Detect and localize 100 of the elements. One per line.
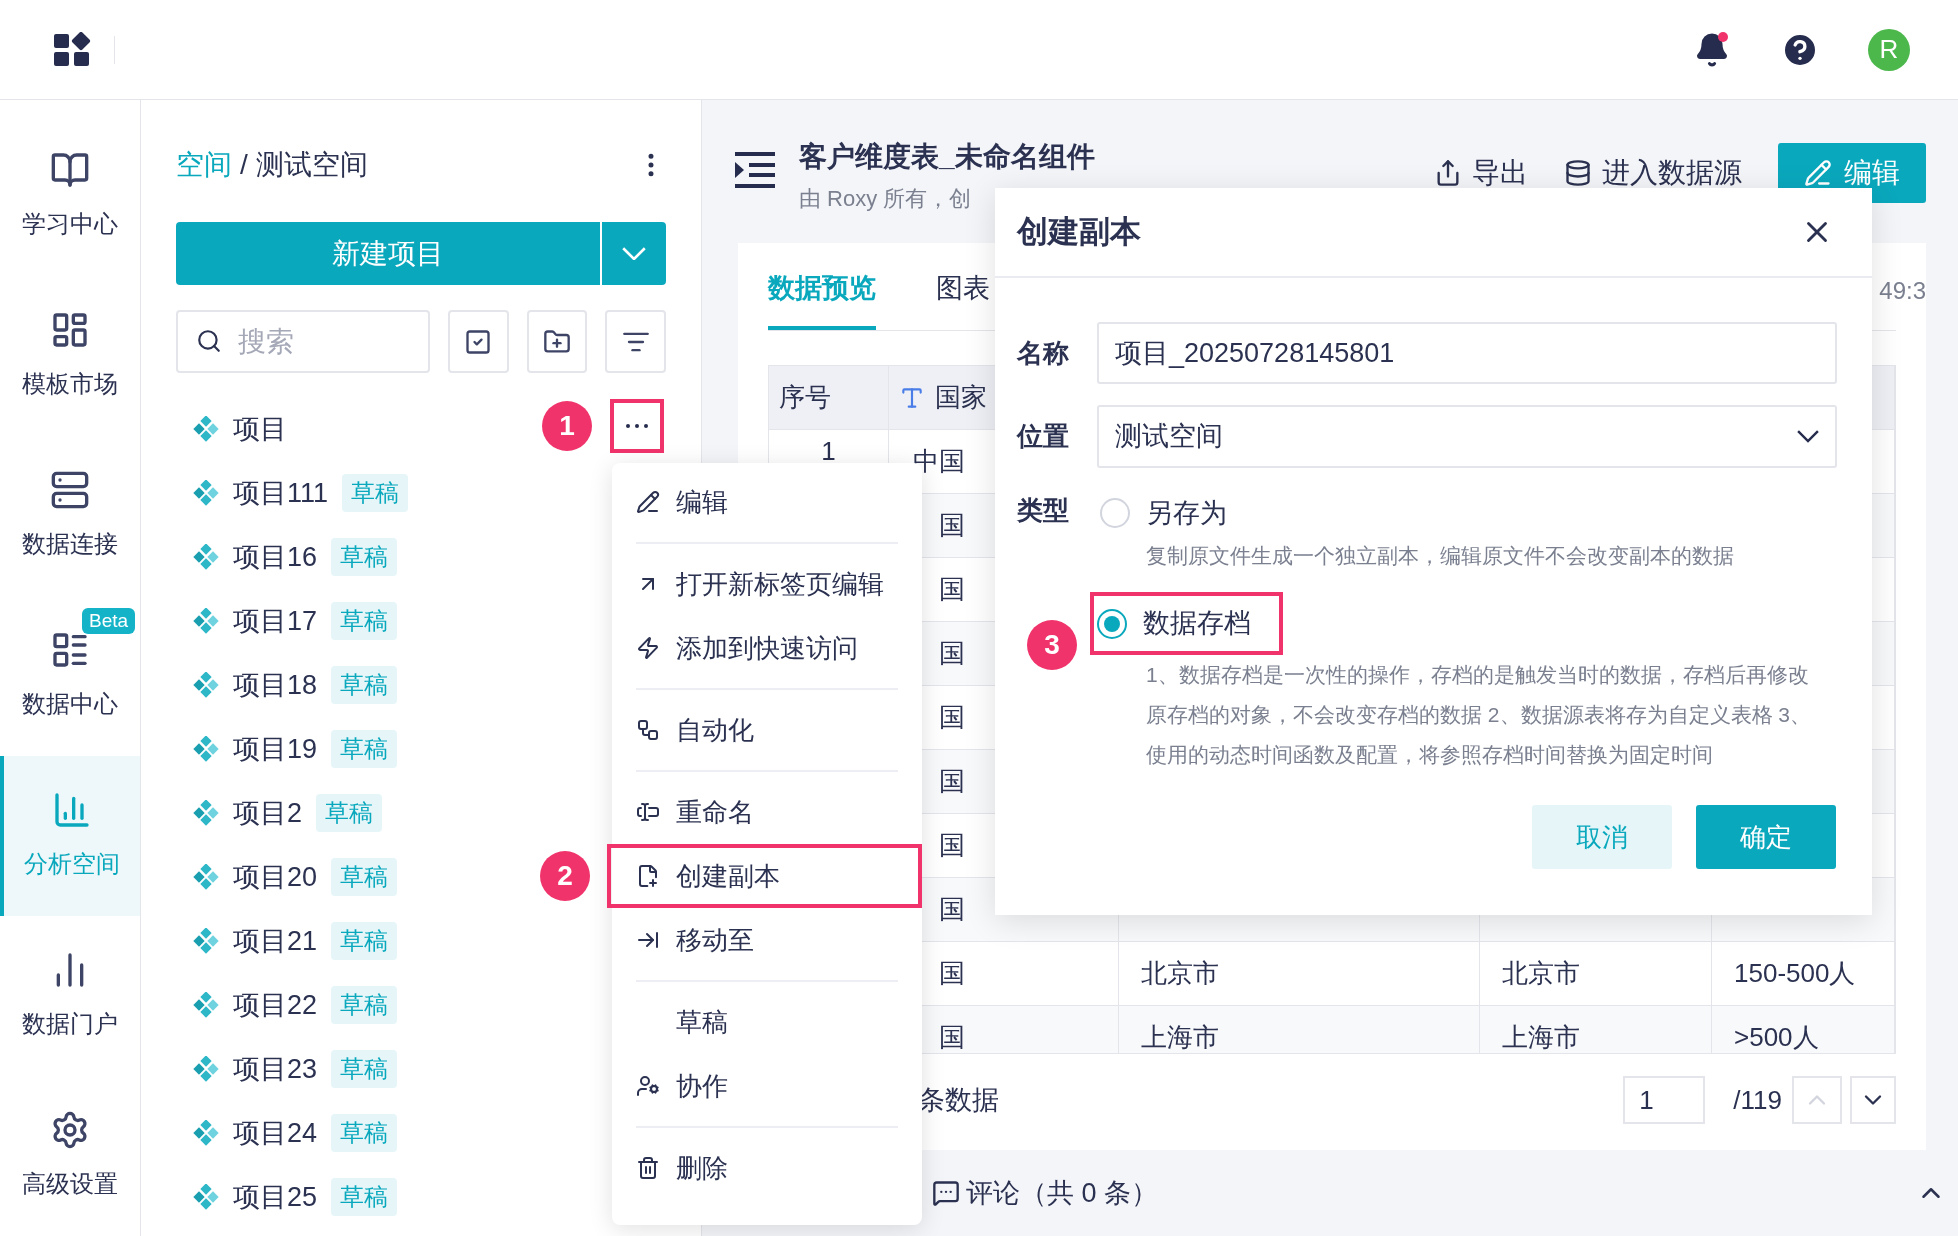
pencil-icon <box>1804 159 1832 187</box>
file-plus-icon <box>636 864 660 888</box>
table-cell-text: 国 <box>939 573 965 606</box>
project-name[interactable]: 项目18 <box>233 664 318 706</box>
radio-label[interactable]: 另存为 <box>1146 492 1227 534</box>
project-name[interactable]: 项目19 <box>233 728 318 770</box>
table-cell-text: 上海市 <box>1502 1021 1580 1053</box>
radio-button[interactable] <box>1097 608 1127 639</box>
project-icon <box>193 608 219 634</box>
chevron-icon <box>1797 430 1819 443</box>
draft-tag: 草稿 <box>331 1178 398 1216</box>
menu-item[interactable]: 移动至 <box>612 908 922 972</box>
draft-tag: 草稿 <box>331 858 398 896</box>
draft-tag: 草稿 <box>331 1050 398 1088</box>
table-cell-text: 上海市 <box>1141 1021 1219 1053</box>
folder-plus-icon <box>543 327 571 356</box>
menu-item[interactable]: 协作 <box>612 1054 922 1118</box>
nav-item[interactable]: 数据门户 <box>0 916 140 1076</box>
project-name[interactable]: 项目21 <box>233 920 318 962</box>
menu-item[interactable]: 打开新标签页编辑 <box>612 552 922 616</box>
table-cell-text: 国 <box>939 893 965 926</box>
menu-item[interactable]: 删除 <box>612 1136 922 1200</box>
table-cell-text: >500人 <box>1734 1021 1819 1053</box>
comment-icon <box>932 1179 960 1207</box>
column-header: 序号 <box>779 381 831 414</box>
breadcrumb-separator: / <box>240 148 248 182</box>
beta-badge: Beta <box>82 608 136 634</box>
user-gear-icon <box>636 1074 660 1098</box>
table-cell-text: 1 <box>821 435 836 468</box>
header-action[interactable]: 进入数据源 <box>1564 143 1742 203</box>
table-cell-text: 国 <box>939 1021 965 1053</box>
outline-toggle-icon[interactable] <box>735 152 775 188</box>
notification-bell-icon[interactable] <box>1694 31 1730 68</box>
field-label: 名称 <box>1017 336 1070 370</box>
next-page-button[interactable] <box>1850 1076 1896 1124</box>
menu-item[interactable]: 自动化 <box>612 698 922 762</box>
tab[interactable]: 图表 <box>936 267 990 330</box>
project-name[interactable]: 项目111 <box>233 472 329 514</box>
nav-item[interactable]: 数据连接 <box>0 436 140 596</box>
list-icon <box>50 630 90 670</box>
nav-item[interactable]: 模板市场 <box>0 276 140 436</box>
project-name[interactable]: 项目16 <box>233 536 318 578</box>
draft-tag: 草稿 <box>331 666 398 704</box>
trash-icon <box>636 1156 660 1180</box>
table-cell-text: 国 <box>939 637 965 670</box>
header-action[interactable]: 导出 <box>1434 143 1528 203</box>
project-name[interactable]: 项目20 <box>233 856 318 898</box>
rename-icon <box>636 800 660 824</box>
project-name[interactable]: 项目17 <box>233 600 318 642</box>
nav-item[interactable]: Beta 数据中心 <box>0 596 140 756</box>
project-icon <box>193 864 219 890</box>
comments-text[interactable]: 评论（共 0 条） <box>966 1172 1159 1214</box>
column-header: 国家 <box>935 381 987 414</box>
draft-tag: 草稿 <box>331 922 398 960</box>
project-name[interactable]: 项目25 <box>233 1176 318 1218</box>
project-name[interactable]: 项目23 <box>233 1048 318 1090</box>
dashboard-icon <box>50 310 90 350</box>
project-name[interactable]: 项目22 <box>233 984 318 1026</box>
menu-item[interactable]: 草稿 <box>612 990 922 1054</box>
menu-item[interactable]: 重命名 <box>612 780 922 844</box>
table-cell-text: 国 <box>939 957 965 990</box>
table-cell-text: 国 <box>939 829 965 862</box>
app-grid-logo[interactable] <box>54 31 92 68</box>
gear-icon <box>50 1110 90 1150</box>
project-icon <box>193 1056 219 1082</box>
table-cell-text: 北京市 <box>1502 957 1580 990</box>
project-icon <box>193 736 219 762</box>
database-icon <box>1564 159 1592 187</box>
name-field[interactable]: 项目_20250728145801 <box>1097 322 1837 384</box>
table-cell-text: 国 <box>939 701 965 734</box>
menu-item[interactable]: 创建副本 <box>607 844 922 908</box>
draft-tag: 草稿 <box>331 730 398 768</box>
project-icon <box>193 1184 219 1210</box>
workflow-icon <box>636 718 660 742</box>
project-icon <box>193 544 219 570</box>
menu-item[interactable]: 添加到快速访问 <box>612 616 922 680</box>
toolbar-button[interactable] <box>448 310 509 373</box>
more-button[interactable] <box>610 399 664 453</box>
step-badge: 2 <box>540 851 590 901</box>
toolbar-button[interactable] <box>526 310 588 373</box>
project-name[interactable]: 项目24 <box>233 1112 318 1154</box>
nav-item[interactable]: 高级设置 <box>0 1076 140 1236</box>
table-cell-text: 国 <box>939 765 965 798</box>
radio-button[interactable] <box>1100 498 1130 528</box>
project-name[interactable]: 项目2 <box>233 792 303 834</box>
draft-tag: 草稿 <box>342 474 409 512</box>
project-icon <box>193 992 219 1018</box>
location-select[interactable]: 测试空间 <box>1097 405 1837 468</box>
time-text: 49:3 <box>1879 276 1926 306</box>
option-description: 复制原文件生成一个独立副本，编辑原文件不会改变副本的数据 <box>1145 543 1735 569</box>
project-name[interactable]: 项目 <box>233 408 287 450</box>
breadcrumb-current: 测试空间 <box>255 148 368 182</box>
page-input[interactable]: 1 <box>1623 1076 1706 1124</box>
search-field[interactable]: 搜索 <box>176 310 430 373</box>
project-icon <box>193 672 219 698</box>
toolbar-button[interactable] <box>605 310 666 373</box>
nav-item[interactable]: 学习中心 <box>0 116 140 276</box>
ellipsis-icon <box>626 424 648 428</box>
table-cell-text: 北京市 <box>1141 957 1219 990</box>
pencil-icon <box>636 490 660 514</box>
